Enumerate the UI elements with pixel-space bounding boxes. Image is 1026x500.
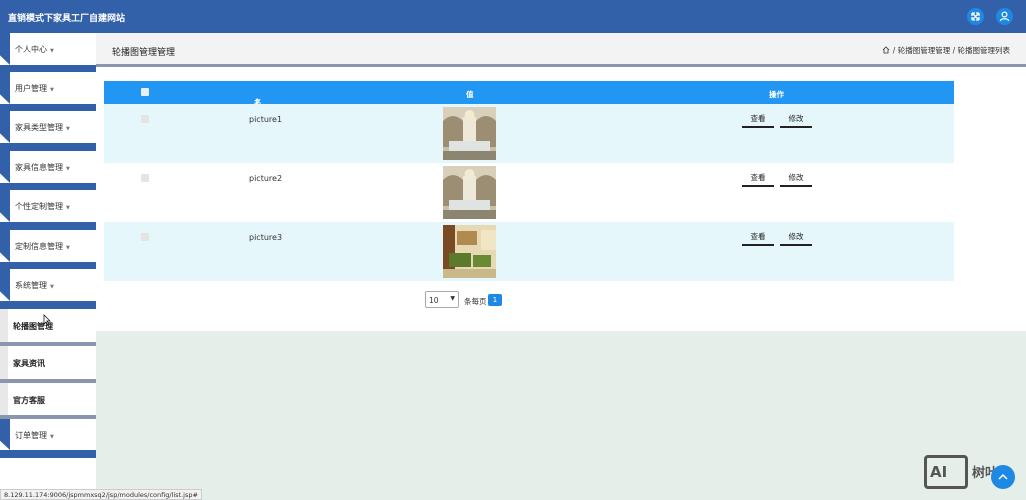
table-row: picture2 查看 修改 (104, 163, 954, 222)
expand-icon[interactable] (967, 8, 984, 25)
sidebar-stripe (0, 33, 10, 65)
sidebar-stripe (0, 419, 10, 450)
column-header-value: 值 (466, 90, 474, 99)
select-all-checkbox[interactable] (141, 88, 149, 96)
sidebar-stripe (0, 383, 8, 415)
sidebar-divider (0, 104, 96, 111)
breadcrumb-text[interactable]: / 轮播图管理管理 / 轮播图管理列表 (893, 46, 1010, 55)
chevron-down-icon: ▼ (450, 295, 455, 302)
sidebar-divider (0, 450, 96, 458)
page-size-select[interactable]: 10 ▼ (425, 291, 459, 308)
arrow-up-icon (998, 473, 1008, 480)
top-bar: 直销模式下家具工厂自建网站 (0, 0, 1026, 33)
sidebar-item-custom-info[interactable]: 定制信息管理 ▼ (0, 230, 96, 262)
carousel-image[interactable] (443, 225, 496, 278)
row-name: picture1 (249, 115, 283, 124)
sidebar-item-personal-center[interactable]: 个人中心 ▼ (0, 33, 96, 65)
page-button-1[interactable]: 1 (488, 294, 502, 306)
sidebar-item-order-management[interactable]: 订单管理 ▼ (0, 419, 96, 450)
content-background (96, 331, 1026, 500)
edit-button[interactable]: 修改 (780, 232, 812, 246)
row-name: picture2 (249, 174, 283, 183)
per-page-label: 条每页 (464, 297, 487, 306)
sidebar-stripe (0, 269, 10, 301)
sidebar-stripe (0, 346, 8, 379)
sidebar-subitem-label: 官方客服 (13, 396, 45, 405)
sidebar-item-label: 定制信息管理 ▼ (15, 242, 70, 251)
app-title: 直销模式下家具工厂自建网站 (8, 14, 126, 24)
sidebar-divider (0, 301, 96, 309)
row-name: picture3 (249, 233, 283, 242)
carousel-image[interactable] (443, 107, 496, 160)
home-icon[interactable] (882, 46, 890, 54)
sidebar-subitem-furniture-news[interactable]: 家具资讯 (0, 346, 96, 379)
sidebar-stripe (0, 111, 10, 143)
row-checkbox[interactable] (141, 233, 149, 241)
sidebar-stripe (0, 72, 10, 104)
view-button[interactable]: 查看 (742, 232, 774, 246)
sidebar-item-label: 家具类型管理 ▼ (15, 123, 70, 132)
view-button[interactable]: 查看 (742, 173, 774, 187)
sidebar-item-label: 个人中心 ▼ (15, 45, 54, 54)
sidebar-subitem-customer-service[interactable]: 官方客服 (0, 383, 96, 415)
sidebar-item-furniture-type[interactable]: 家具类型管理 ▼ (0, 111, 96, 143)
content-header: 轮播图管理管理 / 轮播图管理管理 / 轮播图管理列表 (96, 33, 1026, 64)
sidebar-item-system-management[interactable]: 系统管理 ▼ (0, 269, 96, 301)
sidebar-item-label: 个性定制管理 ▼ (15, 202, 70, 211)
page-title: 轮播图管理管理 (112, 48, 176, 58)
user-icon[interactable] (996, 8, 1013, 25)
sidebar: 个人中心 ▼ 用户管理 ▼ 家具类型管理 ▼ 家具信息管理 ▼ 个性定制管理 ▼ 定制信息… (0, 33, 96, 500)
edit-button[interactable]: 修改 (780, 173, 812, 187)
sidebar-subitem-label: 家具资讯 (13, 359, 45, 368)
row-checkbox[interactable] (141, 174, 149, 182)
sidebar-stripe (0, 230, 10, 262)
row-checkbox[interactable] (141, 115, 149, 123)
back-to-top-button[interactable] (991, 465, 1015, 489)
edit-button[interactable]: 修改 (780, 114, 812, 128)
mouse-cursor-icon (43, 314, 51, 326)
sidebar-item-user-management[interactable]: 用户管理 ▼ (0, 72, 96, 104)
watermark-logo: AI (924, 455, 968, 489)
table-row: picture1 查看 修改 (104, 104, 954, 163)
sidebar-divider (0, 262, 96, 269)
sidebar-stripe (0, 190, 10, 222)
sidebar-item-label: 家具信息管理 ▼ (15, 163, 70, 172)
sidebar-divider (0, 65, 96, 72)
sidebar-item-furniture-info[interactable]: 家具信息管理 ▼ (0, 151, 96, 183)
sidebar-stripe (0, 151, 10, 183)
sidebar-item-custom-made[interactable]: 个性定制管理 ▼ (0, 190, 96, 222)
sidebar-divider (0, 222, 96, 230)
sidebar-divider (0, 143, 96, 151)
sidebar-item-label: 订单管理 ▼ (15, 431, 54, 440)
status-url: 8.129.11.174:9006/jspmmxsq2/jsp/modules/… (0, 489, 202, 500)
sidebar-divider (0, 183, 96, 190)
sidebar-item-label: 系统管理 ▼ (15, 281, 54, 290)
column-header-actions: 操作 (769, 90, 784, 99)
sidebar-item-label: 用户管理 ▼ (15, 84, 54, 93)
table-row: picture3 查看 修改 (104, 222, 954, 281)
table-header: 名称⇕ 值 操作 (104, 81, 954, 118)
carousel-image[interactable] (443, 166, 496, 219)
breadcrumb: / 轮播图管理管理 / 轮播图管理列表 (882, 45, 1010, 56)
sidebar-stripe (0, 309, 8, 342)
view-button[interactable]: 查看 (742, 114, 774, 128)
